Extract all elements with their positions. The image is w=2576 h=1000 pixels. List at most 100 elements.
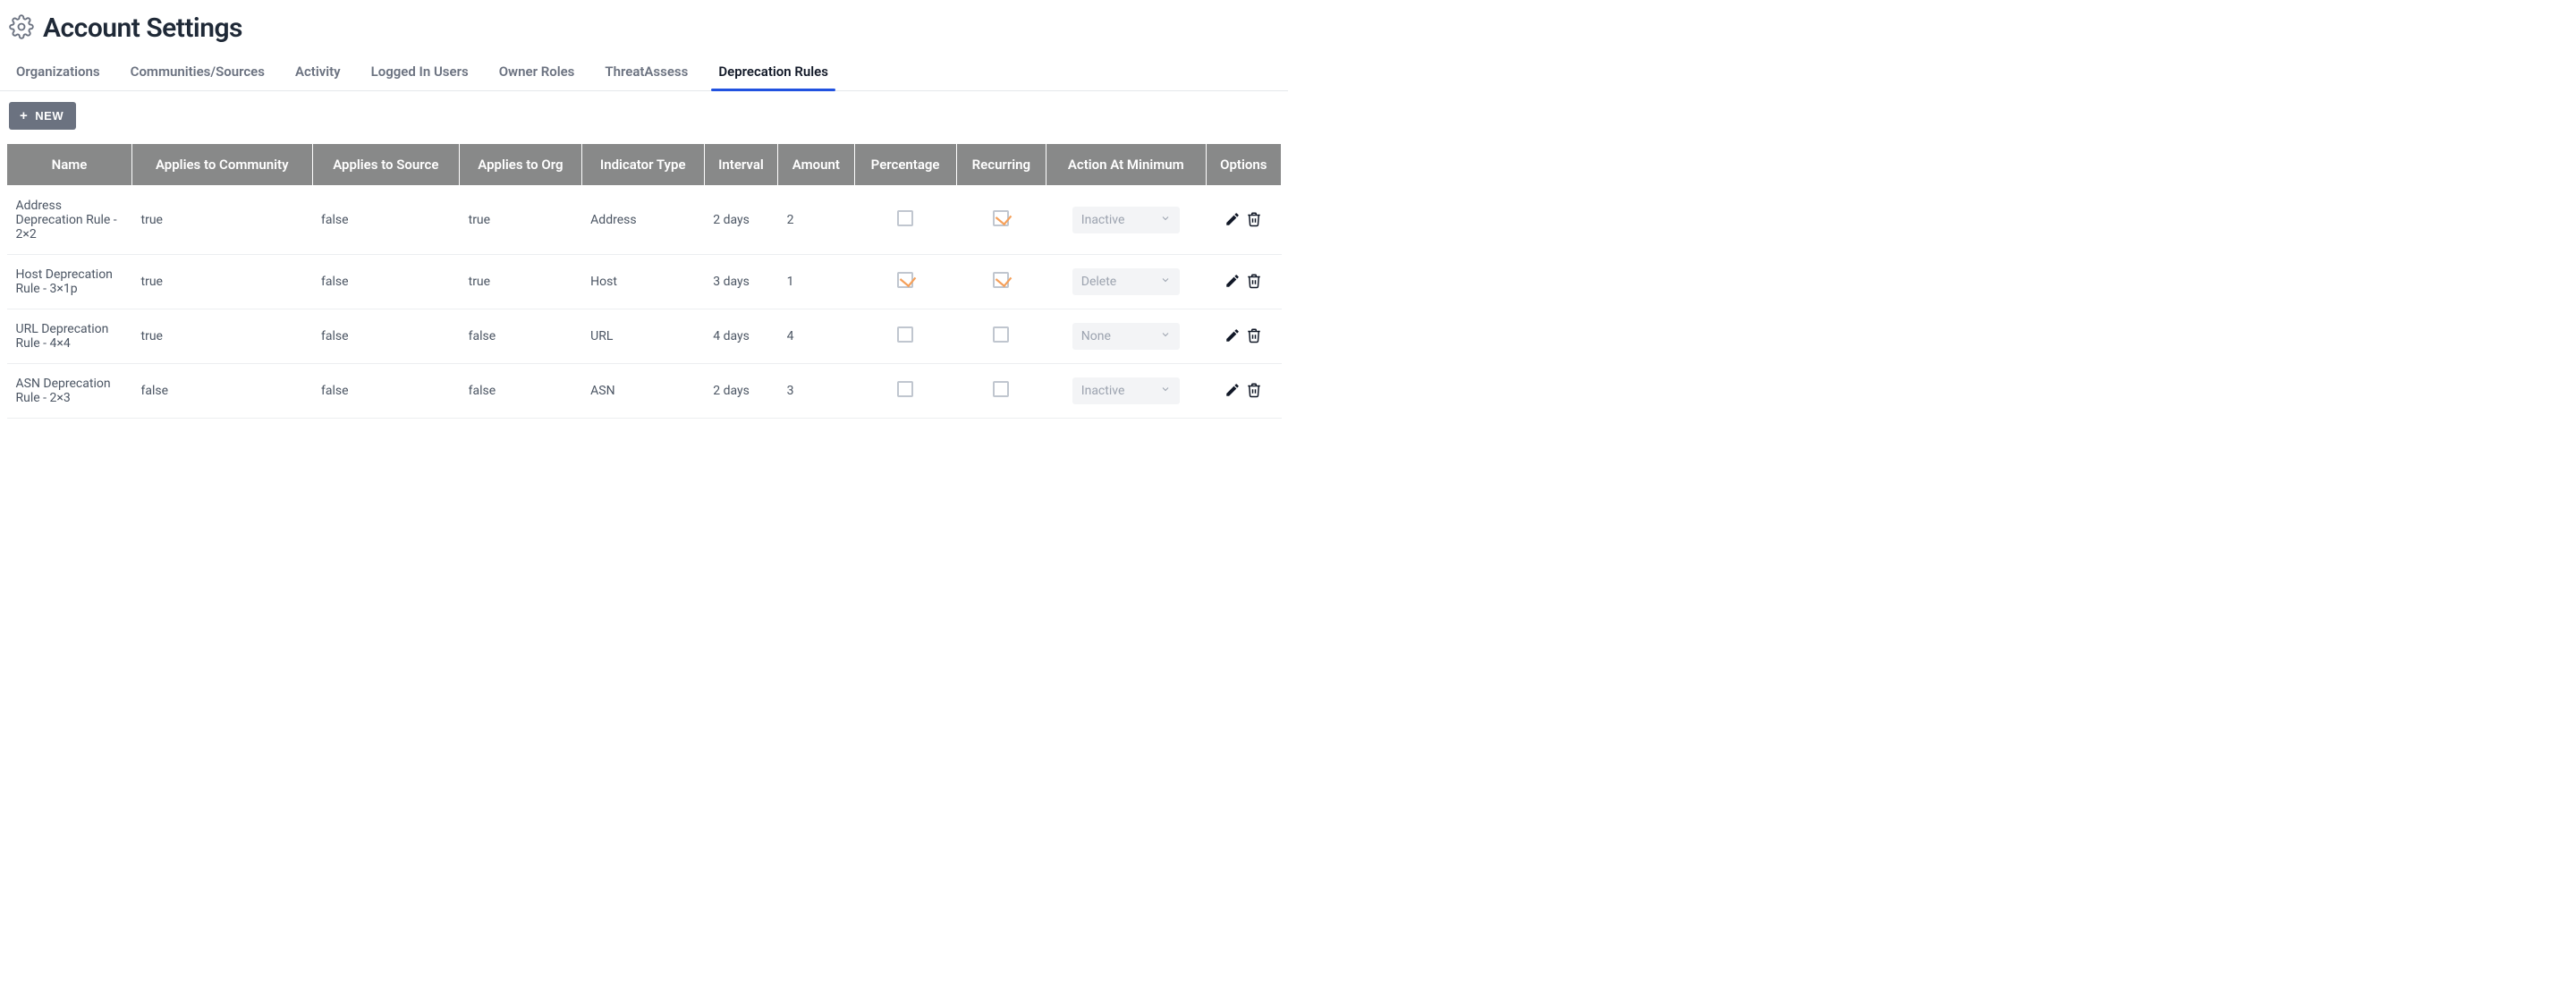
new-button[interactable]: + NEW (9, 102, 76, 130)
new-button-label: NEW (35, 109, 64, 123)
page-header: Account Settings (0, 0, 1288, 53)
cell-community: true (132, 186, 313, 255)
cell-options (1206, 364, 1281, 419)
cell-name: URL Deprecation Rule - 4×4 (7, 309, 132, 364)
percentage-checkbox[interactable] (897, 210, 913, 226)
cell-source: false (312, 186, 460, 255)
chevron-down-icon (1160, 384, 1171, 398)
gear-icon (9, 14, 34, 43)
toolbar: + NEW (0, 91, 1288, 139)
cell-org: false (460, 309, 582, 364)
cell-percentage (854, 364, 956, 419)
cell-options (1206, 255, 1281, 309)
cell-action: Inactive (1046, 364, 1206, 419)
recurring-checkbox[interactable] (993, 326, 1009, 343)
cell-indicator: ASN (581, 364, 704, 419)
col-header: Name (7, 144, 132, 186)
chevron-down-icon (1160, 275, 1171, 289)
tab-threatassess[interactable]: ThreatAssess (605, 58, 688, 90)
cell-recurring (956, 309, 1046, 364)
deprecation-rules-table: NameApplies to CommunityApplies to Sourc… (6, 144, 1282, 419)
cell-interval: 3 days (704, 255, 777, 309)
cell-recurring (956, 364, 1046, 419)
cell-org: false (460, 364, 582, 419)
plus-icon: + (20, 109, 28, 123)
edit-button[interactable] (1224, 210, 1241, 228)
table-row: URL Deprecation Rule - 4×4truefalsefalse… (7, 309, 1282, 364)
percentage-checkbox[interactable] (897, 326, 913, 343)
tab-organizations[interactable]: Organizations (16, 58, 100, 90)
cell-community: false (132, 364, 313, 419)
edit-button[interactable] (1224, 272, 1241, 290)
percentage-checkbox[interactable] (897, 272, 913, 288)
col-header: Options (1206, 144, 1281, 186)
cell-percentage (854, 186, 956, 255)
cell-options (1206, 309, 1281, 364)
cell-amount: 1 (778, 255, 854, 309)
tab-owner-roles[interactable]: Owner Roles (499, 58, 575, 90)
cell-org: true (460, 186, 582, 255)
cell-recurring (956, 186, 1046, 255)
chevron-down-icon (1160, 329, 1171, 343)
cell-interval: 4 days (704, 309, 777, 364)
cell-recurring (956, 255, 1046, 309)
col-header: Action At Minimum (1046, 144, 1206, 186)
tab-logged-in-users[interactable]: Logged In Users (371, 58, 469, 90)
delete-button[interactable] (1245, 272, 1263, 290)
action-at-minimum-select[interactable]: None (1072, 323, 1180, 350)
cell-action: Delete (1046, 255, 1206, 309)
table-header-row: NameApplies to CommunityApplies to Sourc… (7, 144, 1282, 186)
cell-amount: 4 (778, 309, 854, 364)
page-title: Account Settings (43, 13, 242, 44)
table-row: Host Deprecation Rule - 3×1ptruefalsetru… (7, 255, 1282, 309)
col-header: Interval (704, 144, 777, 186)
col-header: Recurring (956, 144, 1046, 186)
cell-percentage (854, 309, 956, 364)
cell-name: Address Deprecation Rule - 2×2 (7, 186, 132, 255)
cell-amount: 3 (778, 364, 854, 419)
col-header: Percentage (854, 144, 956, 186)
percentage-checkbox[interactable] (897, 381, 913, 397)
cell-source: false (312, 309, 460, 364)
cell-percentage (854, 255, 956, 309)
action-at-minimum-select[interactable]: Inactive (1072, 207, 1180, 233)
edit-button[interactable] (1224, 381, 1241, 399)
cell-indicator: URL (581, 309, 704, 364)
cell-org: true (460, 255, 582, 309)
col-header: Applies to Community (132, 144, 313, 186)
cell-community: true (132, 255, 313, 309)
table-row: ASN Deprecation Rule - 2×3falsefalsefals… (7, 364, 1282, 419)
action-select-value: Inactive (1081, 213, 1125, 227)
recurring-checkbox[interactable] (993, 272, 1009, 288)
delete-button[interactable] (1245, 381, 1263, 399)
tab-activity[interactable]: Activity (295, 58, 341, 90)
delete-button[interactable] (1245, 326, 1263, 344)
cell-name: Host Deprecation Rule - 3×1p (7, 255, 132, 309)
action-select-value: None (1081, 329, 1111, 343)
action-select-value: Inactive (1081, 384, 1125, 398)
tab-communities-sources[interactable]: Communities/Sources (131, 58, 265, 90)
edit-button[interactable] (1224, 326, 1241, 344)
action-select-value: Delete (1081, 275, 1116, 289)
table-row: Address Deprecation Rule - 2×2truefalset… (7, 186, 1282, 255)
col-header: Applies to Source (312, 144, 460, 186)
cell-name: ASN Deprecation Rule - 2×3 (7, 364, 132, 419)
cell-interval: 2 days (704, 186, 777, 255)
table-body: Address Deprecation Rule - 2×2truefalset… (7, 186, 1282, 419)
cell-source: false (312, 364, 460, 419)
tab-deprecation-rules[interactable]: Deprecation Rules (718, 58, 828, 90)
cell-options (1206, 186, 1281, 255)
delete-button[interactable] (1245, 210, 1263, 228)
cell-community: true (132, 309, 313, 364)
recurring-checkbox[interactable] (993, 381, 1009, 397)
action-at-minimum-select[interactable]: Delete (1072, 268, 1180, 295)
col-header: Applies to Org (460, 144, 582, 186)
col-header: Amount (778, 144, 854, 186)
action-at-minimum-select[interactable]: Inactive (1072, 377, 1180, 404)
settings-tabs: Organizations Communities/Sources Activity… (0, 53, 1288, 91)
recurring-checkbox[interactable] (993, 210, 1009, 226)
cell-indicator: Host (581, 255, 704, 309)
cell-interval: 2 days (704, 364, 777, 419)
cell-source: false (312, 255, 460, 309)
cell-amount: 2 (778, 186, 854, 255)
